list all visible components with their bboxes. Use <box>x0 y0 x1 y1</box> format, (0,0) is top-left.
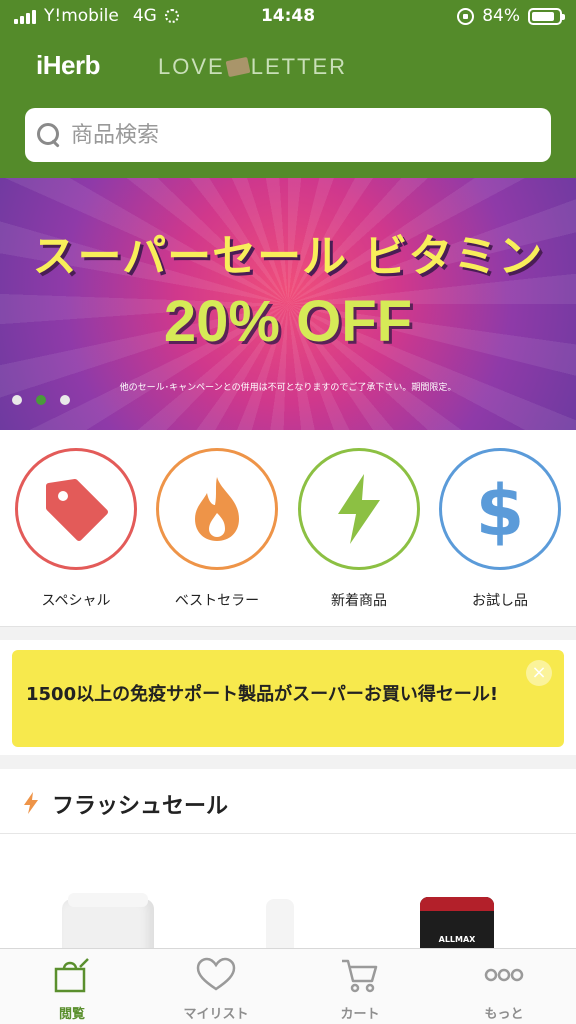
app-header: Y!mobile 4G 14:48 84% iHerb LOVE LETTER <box>0 0 576 178</box>
product-brand: ALLMAX <box>438 935 476 944</box>
category-circle: $ <box>439 448 561 570</box>
battery-percent: 84% <box>482 6 520 26</box>
section-divider <box>0 755 576 769</box>
carousel-dot[interactable] <box>12 395 22 405</box>
section-divider <box>0 626 576 640</box>
envelope-icon <box>225 56 251 78</box>
tab-label: もっと <box>484 1007 524 1022</box>
tab-my-list[interactable]: マイリスト <box>144 957 288 1022</box>
lightning-icon <box>24 792 38 814</box>
svg-text:$: $ <box>476 471 525 547</box>
love-letter-logo-right: LETTER <box>250 54 348 79</box>
tab-cart[interactable]: カート <box>288 957 432 1022</box>
product-image[interactable] <box>266 899 294 948</box>
flash-sale-products: ALLMAX <box>0 835 576 948</box>
promo-banner[interactable]: スーパーセール ビタミン 20% OFF 他のセール･キャンペーンとの併用は不可… <box>0 178 576 430</box>
carousel-indicator[interactable] <box>12 395 70 405</box>
flame-icon <box>195 477 239 541</box>
tab-label: マイリスト <box>183 1007 249 1022</box>
search-icon <box>37 123 61 147</box>
carousel-dot[interactable] <box>60 395 70 405</box>
flash-sale-header[interactable]: フラッシュセール <box>0 770 576 834</box>
product-image[interactable]: ALLMAX <box>420 897 494 948</box>
tab-browse[interactable]: 閲覧 <box>0 957 144 1022</box>
category-specials[interactable]: スペシャル <box>14 448 138 610</box>
love-letter-logo-left: LOVE <box>158 54 225 79</box>
rotation-lock-icon <box>457 7 475 25</box>
category-trial[interactable]: $ お試し品 <box>438 448 562 610</box>
search-bar[interactable] <box>25 108 551 162</box>
search-input[interactable] <box>71 122 511 148</box>
banner-discount: 20% OFF <box>163 289 413 354</box>
category-circle <box>298 448 420 570</box>
banner-title: スーパーセール ビタミン <box>32 231 544 282</box>
tab-more[interactable]: もっと <box>432 957 576 1022</box>
dollar-icon: $ <box>476 471 525 547</box>
heart-icon <box>196 957 236 991</box>
category-label: ベストセラー <box>174 593 260 609</box>
flash-sale-title: フラッシュセール <box>52 794 229 819</box>
tab-label: カート <box>340 1007 380 1022</box>
category-new-arrivals[interactable]: 新着商品 <box>297 448 421 610</box>
battery-fill <box>532 11 554 21</box>
tab-label: 閲覧 <box>58 1007 85 1022</box>
promo-text: 1500以上の免疫サポート製品がスーパーお買い得セール! <box>26 684 499 705</box>
status-bar: Y!mobile 4G 14:48 84% <box>0 0 576 34</box>
more-icon <box>484 968 524 982</box>
tag-icon <box>46 479 108 541</box>
category-bestsellers[interactable]: ベストセラー <box>155 448 279 610</box>
category-shortcuts: スペシャル ベストセラー 新着商品 $ お試し品 <box>0 430 576 626</box>
category-circle <box>15 448 137 570</box>
cart-icon <box>342 959 378 993</box>
promo-notice[interactable]: 1500以上の免疫サポート製品がスーパーお買い得セール! × <box>12 650 564 747</box>
status-right: 84% <box>457 6 565 26</box>
love-letter-logo[interactable]: LOVE LETTER <box>158 54 347 80</box>
shopping-bag-icon <box>54 958 89 993</box>
close-icon[interactable]: × <box>526 660 552 686</box>
tab-bar: 閲覧 マイリスト カート もっと <box>0 948 576 1024</box>
category-circle <box>156 448 278 570</box>
category-label: お試し品 <box>472 593 528 609</box>
product-image[interactable] <box>62 893 154 948</box>
category-label: 新着商品 <box>331 593 387 609</box>
banner-note: 他のセール･キャンペーンとの併用は不可となりますのでご了承下さい。期間限定。 <box>119 383 457 393</box>
carousel-dot-active[interactable] <box>36 395 46 405</box>
lightning-icon <box>338 474 380 544</box>
battery-icon <box>528 7 565 25</box>
category-label: スペシャル <box>41 593 111 609</box>
iherb-logo[interactable]: iHerb <box>36 50 100 81</box>
